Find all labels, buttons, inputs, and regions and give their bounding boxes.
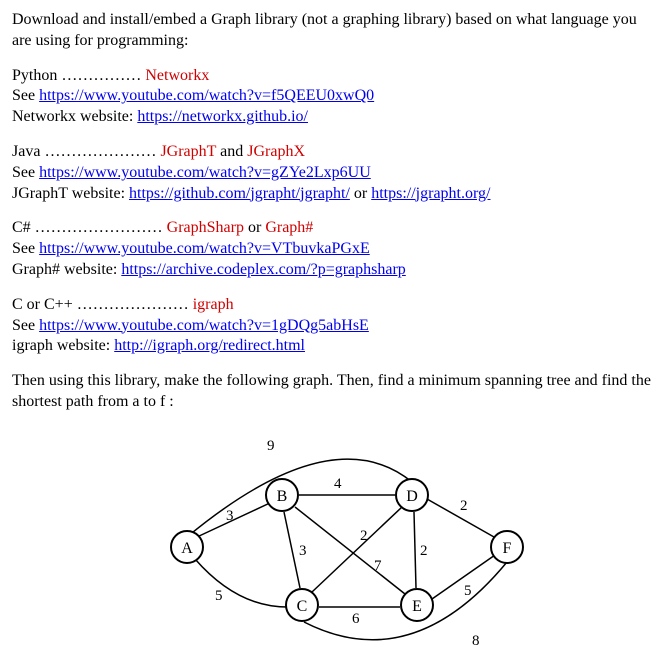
java-site2-link[interactable]: https://jgrapht.org/ <box>371 185 490 202</box>
or-text: or <box>350 185 371 202</box>
java-site1-link[interactable]: https://github.com/jgrapht/jgrapht/ <box>129 185 350 202</box>
dots: …………… <box>57 67 145 84</box>
csharp-video-link[interactable]: https://www.youtube.com/watch?v=VTbuvkaP… <box>39 240 370 257</box>
java-video-link[interactable]: https://www.youtube.com/watch?v=gZYe2Lxp… <box>39 164 371 181</box>
java-site-label: JGraphT website: <box>12 185 129 202</box>
csharp-site-label: Graph# website: <box>12 261 121 278</box>
ccpp-site-link[interactable]: http://igraph.org/redirect.html <box>114 337 305 354</box>
and-text: and <box>216 143 247 160</box>
ccpp-block: C or C++ ………………… igraph See https://www.… <box>12 295 653 357</box>
node-d: D <box>395 478 429 512</box>
weight-be: 2 <box>360 527 368 547</box>
node-f: F <box>490 530 524 564</box>
node-a: A <box>170 530 204 564</box>
weight-ef: 5 <box>464 582 472 602</box>
weight-bc: 3 <box>299 542 307 562</box>
graph-diagram: A B C D E F 9 3 5 4 3 2 7 6 2 2 5 8 <box>12 427 652 657</box>
ccpp-video-link[interactable]: https://www.youtube.com/watch?v=1gDQg5ab… <box>39 317 369 334</box>
weight-ab: 3 <box>226 507 234 527</box>
weight-cd: 7 <box>374 557 382 577</box>
dots: ………………… <box>73 296 193 313</box>
csharp-lib1: GraphSharp <box>167 219 244 236</box>
csharp-site-link[interactable]: https://archive.codeplex.com/?p=graphsha… <box>121 261 405 278</box>
csharp-block: C# …………………… GraphSharp or Graph# See htt… <box>12 218 653 280</box>
intro-text: Download and install/embed a Graph libra… <box>12 10 653 52</box>
python-site-label: Networkx website: <box>12 108 137 125</box>
see-label: See <box>12 240 39 257</box>
csharp-lang: C# <box>12 219 31 236</box>
weight-df: 2 <box>460 497 468 517</box>
dots: …………………… <box>31 219 167 236</box>
see-label: See <box>12 87 39 104</box>
java-lib2: JGraphX <box>247 143 305 160</box>
python-video-link[interactable]: https://www.youtube.com/watch?v=f5QEEU0x… <box>39 87 374 104</box>
node-e: E <box>400 588 434 622</box>
weight-de: 2 <box>420 542 428 562</box>
weight-ad: 9 <box>267 437 275 457</box>
node-b: B <box>265 478 299 512</box>
see-label: See <box>12 317 39 334</box>
weight-ac: 5 <box>215 587 223 607</box>
or-text: or <box>244 219 265 236</box>
csharp-lib2: Graph# <box>265 219 313 236</box>
python-lang: Python <box>12 67 57 84</box>
weight-ce: 6 <box>352 610 360 630</box>
python-lib: Networkx <box>145 67 209 84</box>
ccpp-site-label: igraph website: <box>12 337 114 354</box>
python-site-link[interactable]: https://networkx.github.io/ <box>137 108 308 125</box>
node-c: C <box>285 588 319 622</box>
ccpp-lang: C or C++ <box>12 296 73 313</box>
dots: ………………… <box>40 143 160 160</box>
weight-cf: 8 <box>472 632 480 652</box>
java-lib1: JGraphT <box>160 143 216 160</box>
java-block: Java ………………… JGraphT and JGraphX See htt… <box>12 142 653 204</box>
task-text: Then using this library, make the follow… <box>12 371 653 413</box>
python-block: Python …………… Networkx See https://www.yo… <box>12 66 653 128</box>
graph-edges <box>12 427 652 657</box>
see-label: See <box>12 164 39 181</box>
weight-bd: 4 <box>334 475 342 495</box>
java-lang: Java <box>12 143 40 160</box>
ccpp-lib: igraph <box>193 296 234 313</box>
